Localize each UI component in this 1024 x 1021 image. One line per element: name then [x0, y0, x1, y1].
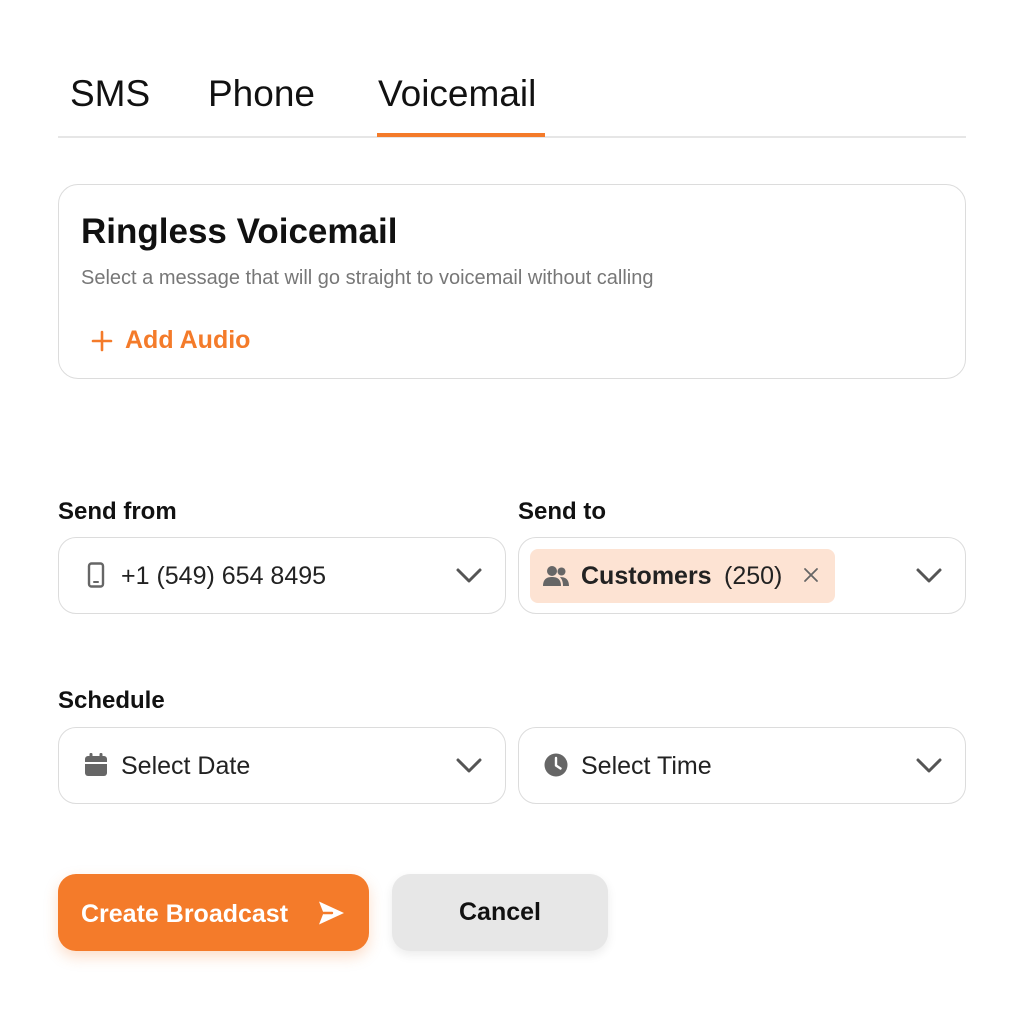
- create-broadcast-button[interactable]: Create Broadcast: [58, 874, 369, 951]
- tab-phone[interactable]: Phone: [208, 72, 315, 116]
- calendar-icon: [85, 753, 107, 776]
- users-icon: [543, 566, 569, 586]
- add-audio-label: Add Audio: [125, 326, 251, 354]
- time-select[interactable]: Select Time: [518, 727, 966, 804]
- chevron-down-icon: [456, 758, 482, 773]
- send-from-value: +1 (549) 654 8495: [121, 562, 327, 590]
- cancel-button[interactable]: Cancel: [392, 874, 608, 951]
- chevron-down-icon: [916, 568, 942, 583]
- close-icon[interactable]: [802, 566, 820, 584]
- send-icon: [319, 901, 344, 925]
- tab-voicemail[interactable]: Voicemail: [378, 72, 536, 116]
- recipient-chip-count: (250): [724, 562, 783, 590]
- schedule-label: Schedule: [58, 687, 165, 714]
- recipient-chip[interactable]: Customers (250): [530, 549, 835, 603]
- date-placeholder: Select Date: [121, 752, 251, 780]
- chevron-down-icon: [916, 758, 942, 773]
- create-broadcast-label: Create Broadcast: [81, 900, 289, 928]
- send-to-label: Send to: [518, 498, 606, 525]
- send-to-select[interactable]: Customers (250): [518, 537, 966, 614]
- recipient-chip-name: Customers: [581, 562, 712, 590]
- clock-icon: [544, 753, 568, 777]
- add-audio-button[interactable]: Add Audio: [91, 326, 250, 355]
- chevron-down-icon: [456, 568, 482, 583]
- card-subtitle: Select a message that will go straight t…: [81, 267, 654, 289]
- card-title: Ringless Voicemail: [81, 212, 398, 251]
- date-select[interactable]: Select Date: [58, 727, 506, 804]
- ringless-voicemail-card: Ringless Voicemail Select a message that…: [58, 184, 966, 379]
- time-placeholder: Select Time: [581, 752, 712, 780]
- channel-tabs: SMS Phone Voicemail: [58, 60, 966, 138]
- send-from-select[interactable]: +1 (549) 654 8495: [58, 537, 506, 614]
- send-from-label: Send from: [58, 498, 177, 525]
- tab-sms[interactable]: SMS: [70, 72, 150, 116]
- active-tab-indicator: [377, 133, 545, 137]
- phone-icon: [87, 562, 105, 588]
- plus-icon: [91, 330, 113, 351]
